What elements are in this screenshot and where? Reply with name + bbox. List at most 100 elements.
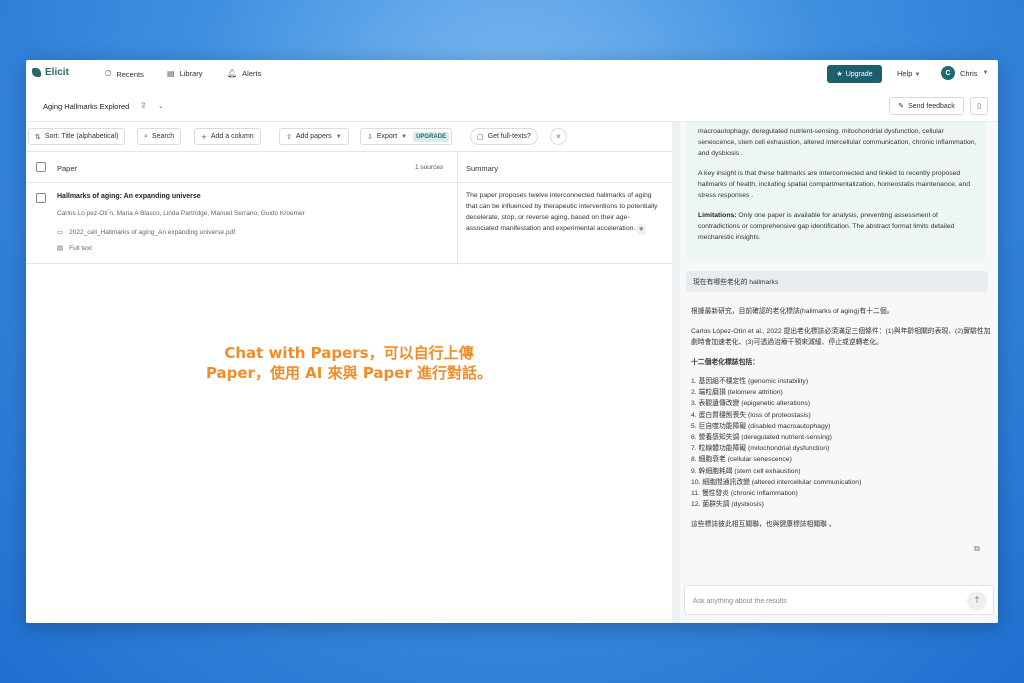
list-item: 1. 基因組不穩定性 (genomic instability) xyxy=(691,378,809,385)
row-checkbox[interactable] xyxy=(36,193,46,203)
column-header-summary[interactable]: Summary xyxy=(466,164,498,173)
nav-alerts-label: Alerts xyxy=(242,69,262,78)
answer-intro: 根據最新研究，目前確認的老化標誌(hallmarks of aging)有十二個… xyxy=(691,308,894,315)
star-icon: ★ xyxy=(836,70,843,78)
nav-library-label: Library xyxy=(179,69,203,78)
paper-title[interactable]: Hallmarks of aging: An expanding univers… xyxy=(57,193,201,200)
notebook-titlebar: Aging Hallmarks Explored ⇪ ⌄ ✎ Send feed… xyxy=(26,93,998,119)
list-item: 2. 端粒磨損 (telomere attrition) xyxy=(691,389,783,397)
add-papers-button[interactable]: ⇧ Add papers ▼ xyxy=(279,128,349,145)
copy-icon[interactable]: ⧉ xyxy=(974,544,980,554)
answer-closing: 這些標誌彼此相互關聯，也與健康標誌相關聯 。 xyxy=(691,521,836,529)
send-button[interactable]: ↑ xyxy=(967,591,987,611)
nav-recents[interactable]: 🕓︎ Recents xyxy=(105,69,144,79)
list-item: 5. 巨自噬功能障礙 (disabled macroautophagy) xyxy=(691,422,831,430)
panel-resize-handle[interactable] xyxy=(672,122,680,623)
answer-heading: 十二個老化標誌包括： xyxy=(691,359,759,366)
list-item: 12. 菌群失調 (dysbiosis) xyxy=(691,501,764,509)
get-fulltexts-label: Get full-texts? xyxy=(487,133,531,140)
search-icon: ⌕ xyxy=(144,132,148,140)
panel-toggle-button[interactable]: ▯ xyxy=(970,97,988,115)
sort-label: Sort: Title (alphabetical) xyxy=(44,133,119,140)
limitations-label: Limitations: xyxy=(698,212,737,219)
summary-text: The paper proposes twelve interconnected… xyxy=(466,192,658,232)
papers-workspace: ⇅ Sort: Title (alphabetical) ⌕ Search + … xyxy=(26,122,672,623)
logo-text: Elicit xyxy=(45,67,69,78)
close-icon[interactable]: × xyxy=(550,128,567,145)
limitations-text: Only one paper is available for analysis… xyxy=(698,212,955,241)
column-header-paper[interactable]: Paper xyxy=(57,164,77,173)
avatar: C xyxy=(941,66,955,80)
list-item: 6. 營養感知失調 (deregulated nutrient-sensing) xyxy=(691,434,832,442)
chat-input[interactable] xyxy=(693,594,953,608)
limitations-paragraph: Limitations: Only one paper is available… xyxy=(698,210,978,243)
search-button[interactable]: ⌕ Search xyxy=(137,128,182,145)
upgrade-button[interactable]: ★ Upgrade xyxy=(827,65,882,83)
elicit-logo[interactable]: Elicit xyxy=(32,67,69,78)
chevron-down-icon: ▼ xyxy=(335,133,342,140)
sources-count: 1 sources xyxy=(415,164,444,171)
papers-table: Paper 1 sources Summary Hallmarks of agi… xyxy=(26,151,672,265)
top-nav: Elicit 🕓︎ Recents ▤ Library 🔔︎ Alerts ★ … xyxy=(26,60,998,88)
upgrade-tag: UPGRADE xyxy=(413,131,450,142)
chevron-down-icon[interactable]: ⌄ xyxy=(158,102,164,110)
chat-panel: macroautophagy, deregulated nutrient-sen… xyxy=(680,122,998,623)
nav-alerts[interactable]: 🔔︎ Alerts xyxy=(227,69,261,78)
sidebar-panel-icon: ▯ xyxy=(977,103,981,110)
document-icon: ▤ xyxy=(57,244,64,252)
upgrade-label: Upgrade xyxy=(845,70,873,78)
nav-recents-label: Recents xyxy=(116,69,144,79)
citation-icon[interactable]: ◉ xyxy=(637,224,646,235)
paper-file-name: 2022_cell_Hallmarks of aging_An expandin… xyxy=(69,228,236,236)
full-text-link[interactable]: ▤ Full text xyxy=(57,244,92,252)
summary-cell: The paper proposes twelve interconnected… xyxy=(466,190,661,235)
user-menu[interactable]: C Chris ▼ xyxy=(941,66,988,80)
promo-caption: Chat with Papers，可以自行上傳 Paper，使用 AI 來與 P… xyxy=(26,343,672,383)
answer-paragraph: A key insight is that these hallmarks ar… xyxy=(698,170,971,199)
chat-input-box: ↑ xyxy=(684,585,994,615)
share-icon[interactable]: ⇪ xyxy=(140,101,147,110)
elicit-logo-icon xyxy=(32,68,41,77)
user-question: 現在有哪些老化的 hallmarks xyxy=(686,271,988,292)
previous-answer-card: macroautophagy, deregulated nutrient-sen… xyxy=(686,122,986,260)
library-icon: ▤ xyxy=(167,69,175,78)
help-menu[interactable]: Help ▼ xyxy=(897,69,920,78)
plus-icon: + xyxy=(201,132,207,141)
app-window: Elicit 🕓︎ Recents ▤ Library 🔔︎ Alerts ★ … xyxy=(26,60,998,623)
list-item: 8. 細胞衰老 (cellular senescence) xyxy=(691,456,792,464)
select-all-checkbox[interactable] xyxy=(36,162,46,172)
upload-icon: ⇧ xyxy=(286,132,292,141)
add-column-label: Add a column xyxy=(210,133,254,140)
add-column-button[interactable]: + Add a column xyxy=(194,128,261,145)
export-label: Export xyxy=(376,133,398,140)
chevron-down-icon: ▼ xyxy=(914,72,921,78)
feedback-icon: ✎ xyxy=(898,102,905,110)
send-feedback-label: Send feedback xyxy=(908,102,955,110)
chevron-down-icon: ▼ xyxy=(401,133,408,140)
bell-icon: 🔔︎ xyxy=(227,69,238,78)
send-feedback-button[interactable]: ✎ Send feedback xyxy=(889,97,964,115)
promo-caption-line1: Chat with Papers，可以自行上傳 xyxy=(224,344,474,362)
document-icon: ▢ xyxy=(477,132,484,141)
help-label: Help xyxy=(897,69,913,78)
paper-authors: Carlos Lo ́pez-Oti ́n, Maria A Blasco, L… xyxy=(57,210,305,217)
table-toolbar: ⇅ Sort: Title (alphabetical) ⌕ Search + … xyxy=(26,125,672,147)
list-item: 9. 幹細胞耗竭 (stem cell exhaustion) xyxy=(691,467,801,475)
paper-file-link[interactable]: ▭ 2022_cell_Hallmarks of aging_An expand… xyxy=(57,228,235,236)
list-item: 10. 細胞間通訊改變 (altered intercellular commu… xyxy=(691,478,862,486)
sort-button[interactable]: ⇅ Sort: Title (alphabetical) xyxy=(28,128,126,145)
promo-caption-line2: Paper，使用 AI 來與 Paper 進行對話。 xyxy=(205,364,493,382)
arrow-up-icon: ↑ xyxy=(973,596,981,606)
clock-icon: 🕓︎ xyxy=(105,69,112,78)
get-fulltexts-button[interactable]: ▢ Get full-texts? xyxy=(470,128,538,145)
export-button[interactable]: ⇩ Export ▼ UPGRADE xyxy=(360,128,453,145)
list-item: 3. 表觀遺傳改變 (epigenetic alterations) xyxy=(691,400,810,408)
table-header: Paper 1 sources Summary xyxy=(26,152,672,183)
answer-paragraph: macroautophagy, deregulated nutrient-sen… xyxy=(698,128,977,157)
sort-icon: ⇅ xyxy=(35,132,41,141)
assistant-answer: 根據最新研究，目前確認的老化標誌(hallmarks of aging)有十二個… xyxy=(691,306,991,539)
page-title[interactable]: Aging Hallmarks Explored xyxy=(43,102,129,111)
nav-library[interactable]: ▤ Library xyxy=(167,69,203,78)
export-icon: ⇩ xyxy=(367,132,373,141)
hallmarks-list: 1. 基因組不穩定性 (genomic instability) 2. 端粒磨損… xyxy=(691,376,991,510)
